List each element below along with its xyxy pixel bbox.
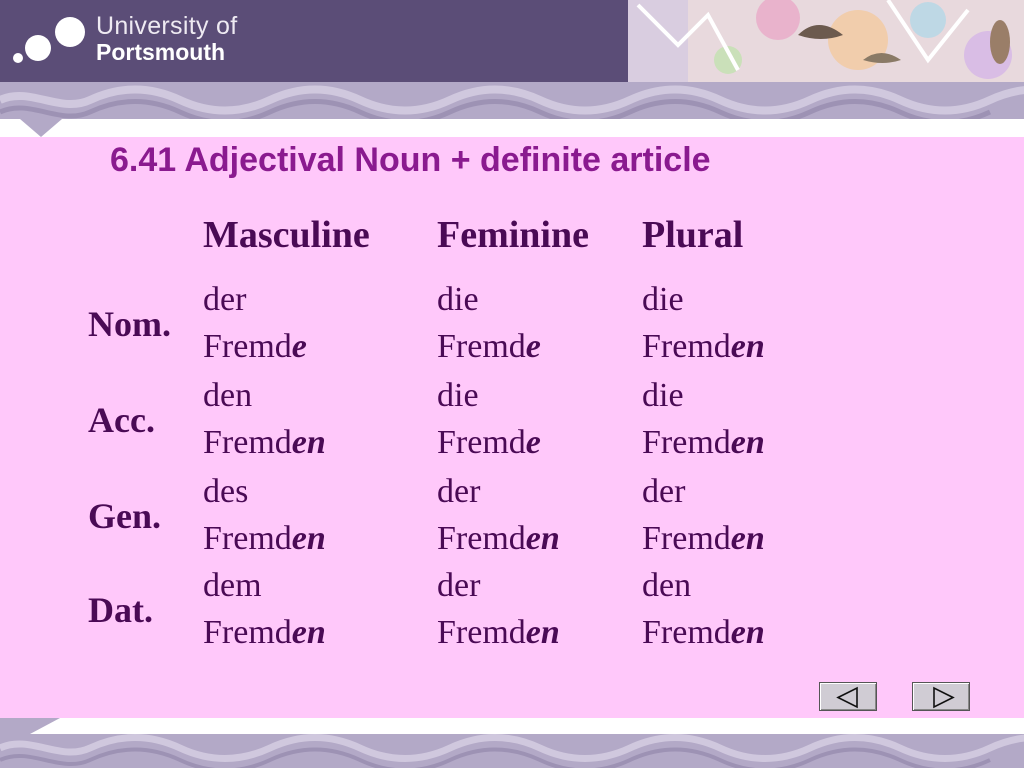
university-name: University of: [96, 12, 238, 40]
next-slide-button[interactable]: [912, 682, 970, 711]
cell-article: die: [642, 377, 684, 414]
cell-article: der: [642, 473, 686, 510]
row-header-nom: Nom.: [88, 304, 171, 344]
cell-stem: Fremd: [437, 520, 526, 557]
cell-ending: en: [730, 614, 765, 651]
cell-ending: en: [525, 614, 560, 651]
table-cell: die Fremden: [642, 372, 765, 466]
table-cell: dem Fremden: [203, 562, 326, 656]
table-cell: des Fremden: [203, 468, 326, 562]
triangle-right-icon: [933, 686, 955, 709]
cell-ending: e: [291, 328, 307, 365]
table-cell: der Fremden: [642, 468, 765, 562]
cell-article: den: [203, 377, 253, 414]
row-header-acc: Acc.: [88, 400, 155, 440]
cell-ending: en: [291, 520, 326, 557]
table-cell: die Fremde: [437, 276, 541, 370]
previous-slide-button[interactable]: [819, 682, 877, 711]
decorative-notch: [20, 119, 62, 137]
cell-ending: e: [525, 328, 541, 365]
university-city: Portsmouth: [96, 39, 226, 65]
cell-article: die: [642, 281, 684, 318]
cell-stem: Fremd: [203, 614, 292, 651]
header-bar: University of Portsmouth: [0, 0, 1024, 82]
cell-stem: Fremd: [437, 424, 526, 461]
cell-ending: en: [730, 328, 765, 365]
cell-ending: e: [525, 424, 541, 461]
cell-article: der: [203, 281, 247, 318]
row-header-dat: Dat.: [88, 590, 153, 630]
row-header-gen: Gen.: [88, 496, 162, 536]
header-white-strip: [0, 119, 1024, 137]
table-cell: die Fremden: [642, 276, 765, 370]
cell-stem: Fremd: [642, 328, 731, 365]
table-cell: den Fremden: [642, 562, 765, 656]
column-header-masculine: Masculine: [203, 214, 370, 256]
cell-article: der: [437, 567, 481, 604]
table-cell: der Fremden: [437, 468, 560, 562]
cell-ending: en: [730, 424, 765, 461]
cell-article: die: [437, 377, 479, 414]
cell-stem: Fremd: [203, 520, 292, 557]
cell-stem: Fremd: [437, 328, 526, 365]
cell-article: die: [437, 281, 479, 318]
table-cell: den Fremden: [203, 372, 326, 466]
cell-article: dem: [203, 567, 262, 604]
cell-ending: en: [730, 520, 765, 557]
cell-ending: en: [291, 614, 326, 651]
cell-ending: en: [291, 424, 326, 461]
column-header-feminine: Feminine: [437, 214, 589, 256]
table-cell: der Fremde: [203, 276, 307, 370]
cell-ending: en: [525, 520, 560, 557]
cell-stem: Fremd: [642, 520, 731, 557]
table-cell: der Fremden: [437, 562, 560, 656]
triangle-left-icon: [836, 686, 858, 709]
cell-article: den: [642, 567, 692, 604]
decorative-wave-band-bottom: [0, 718, 1024, 768]
cell-stem: Fremd: [203, 328, 292, 365]
university-logo-icon: [13, 17, 85, 63]
cell-stem: Fremd: [642, 614, 731, 651]
slide-title: 6.41 Adjectival Noun + definite article: [110, 141, 711, 179]
cell-article: des: [203, 473, 249, 510]
table-cell: die Fremde: [437, 372, 541, 466]
cell-stem: Fremd: [203, 424, 292, 461]
column-header-plural: Plural: [642, 214, 744, 256]
cell-article: der: [437, 473, 481, 510]
decorative-collage-image: [628, 0, 1024, 82]
cell-stem: Fremd: [642, 424, 731, 461]
decorative-wave-band: [0, 82, 1024, 119]
cell-stem: Fremd: [437, 614, 526, 651]
